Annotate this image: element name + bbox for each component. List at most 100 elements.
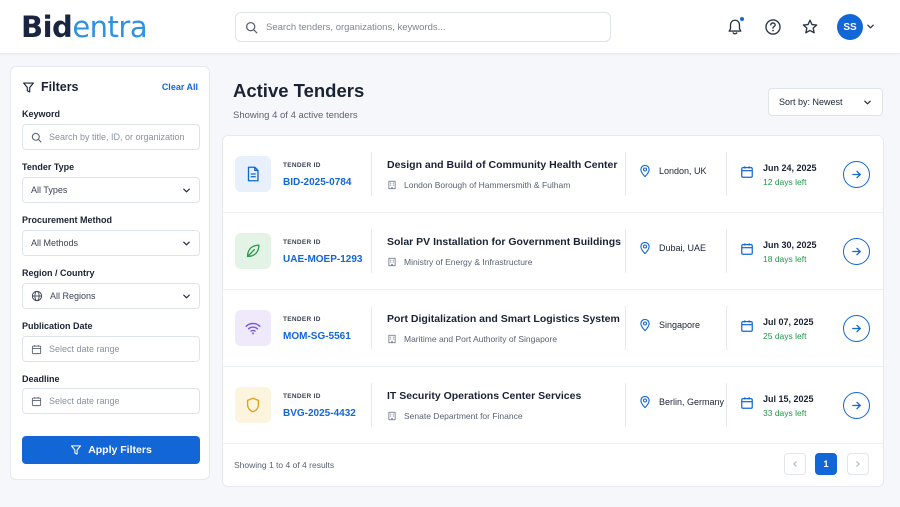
tender-id-label: TENDER ID xyxy=(283,393,321,400)
logo-part2: entra xyxy=(72,10,148,44)
globe-icon xyxy=(31,290,43,302)
leaf-icon xyxy=(244,242,262,260)
deadline-date-placeholder: Select date range xyxy=(49,396,120,406)
notifications-button[interactable] xyxy=(724,16,746,38)
help-icon xyxy=(765,19,781,35)
days-left: 33 days left xyxy=(763,408,807,418)
tender-row[interactable]: TENDER ID BID-2025-0784 Design and Build… xyxy=(223,136,883,213)
keyword-input[interactable]: Search by title, ID, or organization xyxy=(22,124,200,150)
tender-row[interactable]: TENDER ID BVG-2025-4432 IT Security Oper… xyxy=(223,367,883,444)
deadline-date: Jul 15, 2025 xyxy=(763,394,814,404)
star-icon xyxy=(802,19,818,34)
procurement-method-select[interactable]: All Methods xyxy=(22,230,200,256)
open-tender-button[interactable] xyxy=(843,315,870,342)
filter-icon xyxy=(71,445,82,455)
procurement-method-value: All Methods xyxy=(31,238,79,248)
filters-title: Filters xyxy=(41,80,79,94)
page-title: Active Tenders xyxy=(233,80,365,101)
organization-name: London Borough of Hammersmith & Fulham xyxy=(404,180,571,190)
search-icon xyxy=(245,21,258,33)
chevron-down-icon[interactable] xyxy=(866,22,875,31)
open-tender-button[interactable] xyxy=(843,161,870,188)
apply-filters-button[interactable]: Apply Filters xyxy=(22,436,200,464)
divider xyxy=(726,383,727,427)
tender-location: Berlin, Germany xyxy=(639,395,724,409)
tender-row[interactable]: TENDER ID MOM-SG-5561 Port Digitalizatio… xyxy=(223,290,883,367)
location-name: London, UK xyxy=(659,166,707,176)
favorites-button[interactable] xyxy=(799,16,821,38)
page-subtitle: Showing 4 of 4 active tenders xyxy=(233,110,358,121)
previous-page-button[interactable] xyxy=(784,453,806,475)
tender-type-label: Tender Type xyxy=(22,162,75,172)
divider xyxy=(371,383,372,427)
divider xyxy=(625,229,626,273)
page-1-button[interactable]: 1 xyxy=(815,453,837,475)
deadline-date: Jun 24, 2025 xyxy=(763,163,817,173)
calendar-icon xyxy=(741,166,753,178)
divider xyxy=(726,306,727,350)
publication-date-placeholder: Select date range xyxy=(49,344,120,354)
calendar-icon xyxy=(31,396,42,406)
chevron-down-icon xyxy=(183,294,190,298)
shield-icon xyxy=(244,396,262,414)
global-search-bar[interactable] xyxy=(235,12,611,42)
building-icon xyxy=(388,180,396,190)
tender-title[interactable]: IT Security Operations Center Services xyxy=(387,390,581,402)
organization-name: Maritime and Port Authority of Singapore xyxy=(404,334,558,344)
open-tender-button[interactable] xyxy=(843,238,870,265)
location-pin-icon xyxy=(640,395,650,409)
tender-title[interactable]: Solar PV Installation for Government Bui… xyxy=(387,236,621,248)
top-header: Bidentra SS xyxy=(0,0,900,54)
divider xyxy=(726,229,727,273)
tender-category-badge xyxy=(235,233,271,269)
search-icon xyxy=(31,132,42,143)
help-button[interactable] xyxy=(762,16,784,38)
organization-name: Ministry of Energy & Infrastructure xyxy=(404,257,533,267)
tender-organization: Ministry of Energy & Infrastructure xyxy=(387,257,533,267)
open-tender-button[interactable] xyxy=(843,392,870,419)
tender-id-label: TENDER ID xyxy=(283,162,321,169)
arrow-right-icon xyxy=(852,324,861,333)
global-search-input[interactable] xyxy=(266,21,586,33)
calendar-icon xyxy=(741,320,753,332)
user-avatar[interactable]: SS xyxy=(837,14,863,40)
next-page-button[interactable] xyxy=(847,453,869,475)
chevron-down-icon xyxy=(864,100,871,104)
deadline-date: Jul 07, 2025 xyxy=(763,317,814,327)
tender-id[interactable]: BID-2025-0784 xyxy=(283,177,351,188)
building-icon xyxy=(388,411,396,421)
document-icon xyxy=(244,165,262,183)
divider xyxy=(625,306,626,350)
publication-date-picker[interactable]: Select date range xyxy=(22,336,200,362)
filters-heading: Filters xyxy=(22,80,79,94)
chevron-left-icon xyxy=(793,461,797,467)
tender-id[interactable]: MOM-SG-5561 xyxy=(283,331,351,342)
tender-category-badge xyxy=(235,310,271,346)
wifi-icon xyxy=(244,319,262,337)
chevron-right-icon xyxy=(856,461,860,467)
tender-location: London, UK xyxy=(639,164,707,178)
calendar-icon xyxy=(31,344,42,354)
keyword-placeholder: Search by title, ID, or organization xyxy=(49,132,185,142)
tender-location: Dubai, UAE xyxy=(639,241,706,255)
region-select[interactable]: All Regions xyxy=(22,283,200,309)
tender-type-select[interactable]: All Types xyxy=(22,177,200,203)
deadline-date-picker[interactable]: Select date range xyxy=(22,388,200,414)
clear-all-link[interactable]: Clear All xyxy=(162,82,198,92)
sort-dropdown[interactable]: Sort by: Newest xyxy=(768,88,883,116)
days-left: 25 days left xyxy=(763,331,807,341)
tender-title[interactable]: Design and Build of Community Health Cen… xyxy=(387,159,617,171)
tender-row[interactable]: TENDER ID UAE-MOEP-1293 Solar PV Install… xyxy=(223,213,883,290)
tender-id[interactable]: UAE-MOEP-1293 xyxy=(283,254,362,265)
region-value: All Regions xyxy=(50,291,96,301)
building-icon xyxy=(388,334,396,344)
tender-organization: Senate Department for Finance xyxy=(387,411,523,421)
location-pin-icon xyxy=(640,318,650,332)
tender-title[interactable]: Port Digitalization and Smart Logistics … xyxy=(387,313,620,325)
divider xyxy=(371,229,372,273)
tender-organization: Maritime and Port Authority of Singapore xyxy=(387,334,557,344)
bidentra-logo[interactable]: Bidentra xyxy=(21,10,148,44)
tender-id[interactable]: BVG-2025-4432 xyxy=(283,408,356,419)
calendar-icon xyxy=(741,397,753,409)
arrow-right-icon xyxy=(852,170,861,179)
